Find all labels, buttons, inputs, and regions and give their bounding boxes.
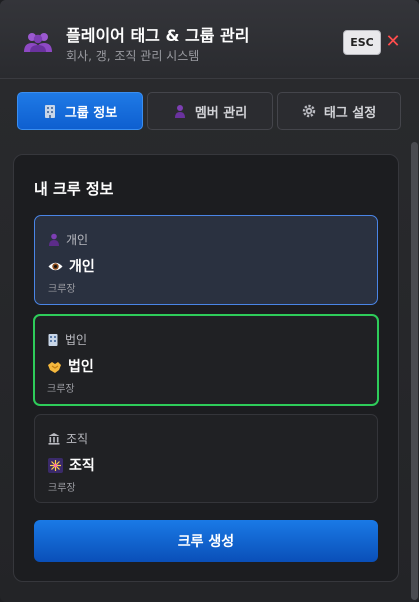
crew-name: 조직 — [48, 455, 95, 475]
crew-manager-window: 플레이어 태그 & 그룹 관리 회사, 갱, 조직 관리 시스템 ESC ✕ 그… — [0, 0, 419, 602]
create-crew-button[interactable]: 크루 생성 — [34, 520, 378, 562]
crew-category-label: 법인 — [65, 333, 88, 347]
building-icon — [48, 334, 58, 346]
people-group-icon — [24, 33, 52, 52]
crew-name: 개인 — [48, 256, 95, 276]
tab-tag-settings[interactable]: 태그 설정 — [277, 92, 401, 130]
section-title: 내 크루 정보 — [34, 180, 114, 198]
header: 플레이어 태그 & 그룹 관리 회사, 갱, 조직 관리 시스템 ESC ✕ — [0, 0, 419, 79]
close-icon[interactable]: ✕ — [385, 33, 401, 51]
crew-category-label: 개인 — [66, 233, 89, 247]
crew-card-personal[interactable]: 개인 개인 크루장 — [34, 215, 378, 305]
tab-label: 태그 설정 — [323, 105, 377, 121]
tab-label: 그룹 정보 — [64, 105, 118, 121]
page-subtitle: 회사, 갱, 조직 관리 시스템 — [66, 49, 200, 63]
crew-card-organization[interactable]: 조직 조직 크루장 — [34, 414, 378, 503]
person-icon — [49, 233, 59, 246]
crew-role: 크루장 — [48, 483, 76, 494]
crew-card-corporate[interactable]: 법인 법인 크루장 — [33, 314, 379, 406]
crew-category: 개인 — [48, 231, 88, 248]
eye-icon — [48, 262, 63, 270]
crew-category: 조직 — [48, 430, 88, 447]
person-icon — [174, 105, 185, 118]
tab-member-management[interactable]: 멤버 관리 — [147, 92, 273, 130]
crew-name-label: 조직 — [69, 458, 95, 474]
crew-name-label: 법인 — [68, 359, 94, 375]
crew-role: 크루장 — [48, 284, 76, 295]
crew-category-label: 조직 — [66, 432, 89, 446]
crew-name-label: 개인 — [69, 259, 95, 275]
bank-icon — [48, 433, 60, 445]
esc-button[interactable]: ESC — [343, 30, 381, 55]
handshake-icon — [48, 361, 61, 373]
crew-name: 법인 — [47, 356, 94, 376]
tab-label: 멤버 관리 — [194, 105, 248, 121]
building-icon — [44, 105, 55, 118]
page-title: 플레이어 태그 & 그룹 관리 — [66, 26, 250, 45]
crew-category: 법인 — [47, 331, 87, 348]
crew-role: 크루장 — [47, 384, 75, 395]
gear-icon — [302, 104, 316, 118]
tab-group-info[interactable]: 그룹 정보 — [17, 92, 143, 130]
firework-icon — [48, 457, 63, 473]
scrollbar[interactable] — [411, 142, 418, 600]
